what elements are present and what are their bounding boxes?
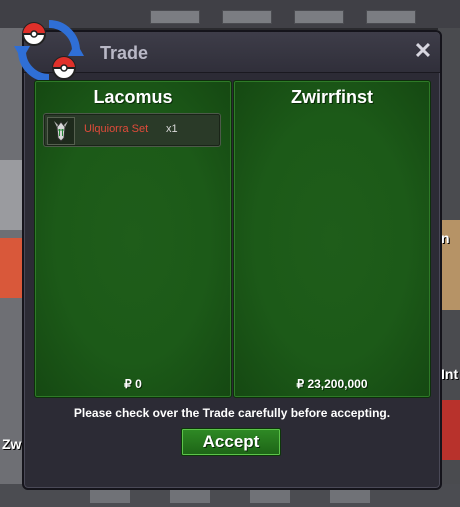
- item-name: Ulquiorra Set: [84, 123, 149, 135]
- accept-button[interactable]: Accept: [181, 428, 281, 456]
- player-sprite-right-red[interactable]: [440, 400, 460, 460]
- player-name-partner: Zwirrfinst: [290, 87, 373, 107]
- player-name-fragment-right-top: n: [441, 230, 450, 246]
- trade-item[interactable]: Ulquiorra Set x1: [43, 113, 221, 147]
- player-name-self: Lacomus: [93, 87, 173, 107]
- money-offer-self: ₽ 0: [124, 377, 142, 391]
- item-quantity: x1: [166, 123, 178, 135]
- title-bar[interactable]: Trade ✕: [24, 32, 440, 73]
- trade-window: Trade ✕ Lacomus Ulquiorra Set x1 ₽ 0 Zwi…: [14, 20, 442, 490]
- trade-notice: Please check over the Trade carefully be…: [73, 406, 391, 420]
- pokeball-arrows-icon: [14, 20, 84, 82]
- ulquiorra-mask-icon: [47, 117, 75, 145]
- close-icon[interactable]: ✕: [412, 40, 434, 62]
- trade-panel-partner[interactable]: Zwirrfinst ₽ 23,200,000: [233, 80, 431, 398]
- window-title: Trade: [100, 43, 149, 63]
- money-offer-partner: ₽ 23,200,000: [296, 377, 368, 391]
- player-name-fragment-left: Zw: [2, 436, 22, 452]
- player-name-fragment-right: Int: [441, 366, 459, 382]
- trade-panel-self[interactable]: Lacomus Ulquiorra Set x1 ₽ 0: [34, 80, 232, 398]
